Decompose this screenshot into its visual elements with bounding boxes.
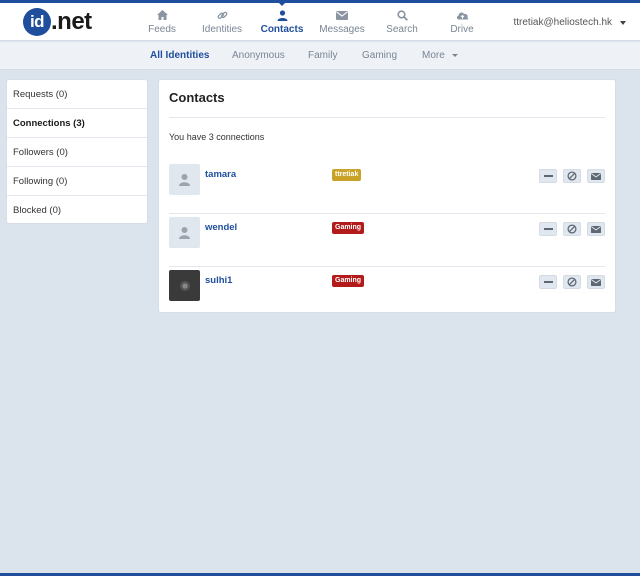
nav-search[interactable]: Search: [372, 3, 432, 41]
message-contact-button[interactable]: [587, 222, 605, 236]
nav-feeds[interactable]: Feeds: [132, 3, 192, 41]
search-icon: [396, 9, 408, 21]
nav-feeds-label: Feeds: [148, 24, 176, 35]
identity-filter-bar: All Identities Anonymous Family Gaming M…: [0, 42, 640, 70]
minus-icon: [543, 175, 553, 177]
nav-messages[interactable]: Messages: [312, 3, 372, 41]
filter-more-dropdown[interactable]: More: [422, 50, 458, 61]
nav-contacts[interactable]: Contacts: [252, 2, 312, 41]
row-actions: [539, 275, 605, 289]
avatar[interactable]: [169, 217, 200, 248]
link-icon: [217, 9, 228, 21]
remove-contact-button[interactable]: [539, 222, 557, 236]
default-user-icon: [179, 227, 190, 239]
chevron-down-icon: [451, 53, 458, 57]
block-contact-button[interactable]: [563, 169, 581, 183]
logo-mark: id: [23, 8, 51, 36]
remove-contact-button[interactable]: [539, 275, 557, 289]
contact-row: tamara ttretiak: [169, 161, 605, 214]
nav-drive-label: Drive: [450, 24, 474, 35]
avatar[interactable]: [169, 270, 200, 301]
idnet-logo[interactable]: id .net: [23, 7, 92, 37]
nav-identities[interactable]: Identities: [192, 3, 252, 41]
nav-messages-label: Messages: [319, 24, 365, 35]
nav-contacts-label: Contacts: [260, 24, 304, 35]
contact-row: wendel Gaming: [169, 214, 605, 267]
top-header: id .net Feeds Identities Contacts Messag…: [0, 2, 640, 41]
user-email: ttretiak@heliostech.hk: [513, 17, 612, 28]
sidebar-item-followers[interactable]: Followers (0): [7, 138, 147, 167]
nav-search-label: Search: [386, 24, 418, 35]
remove-contact-button[interactable]: [539, 169, 557, 183]
contact-name[interactable]: sulhi1: [205, 275, 232, 286]
connections-sidebar: Requests (0) Connections (3) Followers (…: [6, 79, 148, 224]
envelope-icon: [591, 225, 601, 233]
user-account-menu[interactable]: ttretiak@heliostech.hk: [513, 17, 626, 28]
minus-icon: [543, 281, 553, 283]
block-icon: [567, 277, 577, 287]
identity-tag: ttretiak: [332, 169, 362, 181]
contacts-panel: Contacts You have 3 connections tamara t…: [158, 79, 616, 313]
cloud-icon: [456, 9, 469, 21]
identity-tag: Gaming: [332, 222, 365, 234]
filter-more-label: More: [422, 50, 445, 61]
row-actions: [539, 169, 605, 183]
identity-tag: Gaming: [332, 275, 365, 287]
sidebar-item-connections[interactable]: Connections (3): [7, 109, 147, 138]
home-icon: [156, 9, 168, 21]
profile-photo-icon: [179, 280, 190, 291]
envelope-icon: [336, 9, 348, 21]
person-icon: [277, 9, 288, 21]
default-user-icon: [179, 174, 190, 186]
nav-drive[interactable]: Drive: [432, 3, 492, 41]
minus-icon: [543, 228, 553, 230]
block-contact-button[interactable]: [563, 222, 581, 236]
row-actions: [539, 222, 605, 236]
filter-all-identities[interactable]: All Identities: [150, 50, 209, 61]
message-contact-button[interactable]: [587, 169, 605, 183]
main-nav: Feeds Identities Contacts Messages Searc…: [132, 2, 492, 41]
chevron-down-icon: [620, 20, 626, 25]
block-icon: [567, 224, 577, 234]
filter-anonymous[interactable]: Anonymous: [232, 50, 285, 61]
filter-family[interactable]: Family: [308, 50, 337, 61]
connections-summary: You have 3 connections: [169, 132, 265, 142]
sidebar-item-requests[interactable]: Requests (0): [7, 80, 147, 109]
filter-gaming[interactable]: Gaming: [362, 50, 397, 61]
sidebar-item-following[interactable]: Following (0): [7, 167, 147, 196]
page-title: Contacts: [169, 90, 225, 105]
sidebar-item-blocked[interactable]: Blocked (0): [7, 196, 147, 225]
contact-name[interactable]: tamara: [205, 169, 236, 180]
envelope-icon: [591, 172, 601, 180]
avatar[interactable]: [169, 164, 200, 195]
message-contact-button[interactable]: [587, 275, 605, 289]
envelope-icon: [591, 278, 601, 286]
block-contact-button[interactable]: [563, 275, 581, 289]
title-divider: [169, 117, 605, 118]
nav-identities-label: Identities: [201, 24, 243, 35]
logo-text: .net: [51, 8, 92, 35]
contact-name[interactable]: wendel: [205, 222, 237, 233]
contact-row: sulhi1 Gaming: [169, 267, 605, 320]
block-icon: [567, 171, 577, 181]
